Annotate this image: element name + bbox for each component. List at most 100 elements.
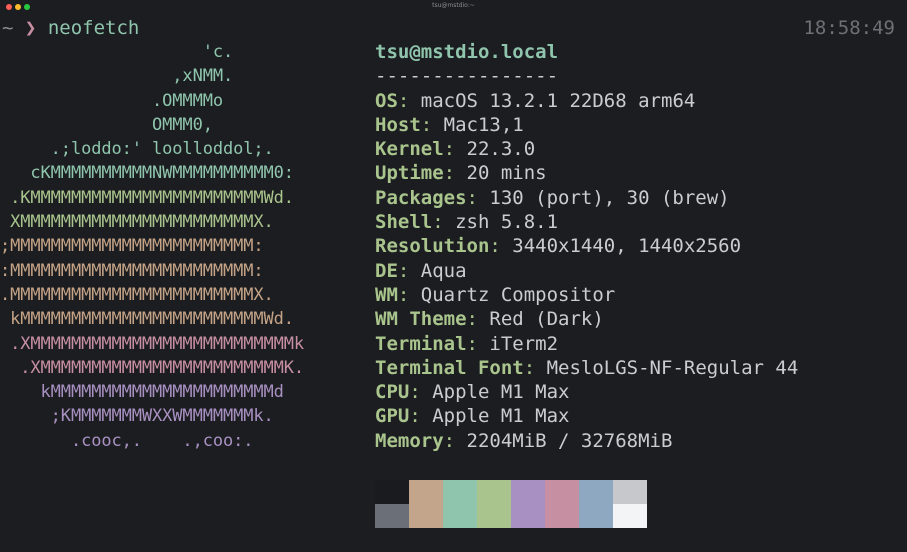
info-row: Terminal Font: MesloLGS-NF-Regular 44: [375, 356, 798, 380]
info-key: WM Theme: [375, 308, 467, 331]
logo-line: .MMMMMMMMMMMMMMMMMMMMMMMMX.: [0, 284, 274, 305]
info-row: GPU: Apple M1 Max: [375, 404, 798, 428]
palette-swatch: [375, 480, 409, 504]
info-colon: :: [432, 211, 456, 234]
command-text: neofetch: [47, 17, 140, 39]
info-key: Packages: [375, 186, 467, 209]
logo-line: ;MMMMMMMMMMMMMMMMMMMMMMMM:: [0, 236, 264, 257]
palette-swatch-bright: [579, 504, 613, 528]
info-key: Kernel: [375, 138, 444, 161]
info-value: MesloLGS-NF-Regular 44: [546, 356, 799, 379]
palette-swatch: [613, 480, 647, 504]
palette-swatch-bright: [511, 504, 545, 528]
info-key: Terminal: [375, 332, 467, 355]
info-value: Quartz Compositor: [420, 283, 616, 306]
terminal-window[interactable]: tsu@mstdio:~ ~ ❯ neofetch 18:58:49 'c. ,…: [0, 0, 907, 552]
palette-swatch: [477, 480, 511, 504]
info-colon: :: [466, 332, 490, 355]
user-host: tsu@mstdio.local: [375, 41, 559, 63]
window-title: tsu@mstdio:~: [432, 2, 475, 9]
logo-line: .KMMMMMMMMMMMMMMMMMMMMMMMWd.: [0, 187, 294, 208]
info-colon: :: [489, 235, 513, 258]
info-value: Apple M1 Max: [432, 405, 570, 428]
logo-line: .OMMMMo: [0, 90, 223, 111]
info-value: zsh 5.8.1: [455, 211, 559, 234]
info-key: Uptime: [375, 162, 444, 185]
info-colon: :: [523, 356, 547, 379]
palette-swatch: [545, 480, 579, 504]
info-key: Resolution: [375, 235, 490, 258]
palette-swatch-bright: [613, 504, 647, 528]
logo-line: ;KMMMMMMMWXXWMMMMMMMk.: [0, 406, 274, 427]
info-row: Host: Mac13,1: [375, 113, 798, 137]
info-value: Apple M1 Max: [432, 381, 570, 404]
info-key: Shell: [375, 211, 433, 234]
info-value: Red (Dark): [489, 308, 604, 331]
info-key: Memory: [375, 429, 444, 452]
logo-line: .cooc,. .,coo:.: [0, 430, 254, 451]
info-row: Shell: zsh 5.8.1: [375, 210, 798, 234]
palette-swatch-bright: [375, 504, 409, 528]
info-row: Resolution: 3440x1440, 1440x2560: [375, 234, 798, 258]
info-value: iTerm2: [489, 332, 559, 355]
palette-swatch-bright: [409, 504, 443, 528]
logo-line: ,xNMM.: [0, 66, 234, 87]
info-row: WM Theme: Red (Dark): [375, 307, 798, 331]
info-row: Packages: 130 (port), 30 (brew): [375, 186, 798, 210]
home-tilde: ~: [2, 17, 14, 39]
logo-line: .XMMMMMMMMMMMMMMMMMMMMMMMMK.: [0, 357, 305, 378]
info-value: 3440x1440, 1440x2560: [512, 235, 742, 258]
palette-swatch: [443, 480, 477, 504]
palette-swatch-bright: [443, 504, 477, 528]
palette-swatch-bright: [477, 504, 511, 528]
info-row: OS: macOS 13.2.1 22D68 arm64: [375, 89, 798, 113]
info-colon: :: [443, 429, 467, 452]
info-colon: :: [397, 283, 421, 306]
info-key: OS: [375, 89, 398, 112]
info-row: Kernel: 22.3.0: [375, 137, 798, 161]
title-bar: tsu@mstdio:~: [0, 0, 907, 14]
info-colon: :: [409, 405, 433, 428]
system-info: tsu@mstdio.local ---------------- OS: ma…: [375, 40, 798, 453]
info-colon: :: [466, 186, 490, 209]
logo-line: 'c.: [0, 42, 234, 62]
palette-row-bright: [375, 504, 647, 528]
info-row: Terminal: iTerm2: [375, 332, 798, 356]
info-row: DE: Aqua: [375, 259, 798, 283]
prompt-clock: 18:58:49: [803, 17, 895, 39]
info-colon: :: [397, 89, 421, 112]
info-row: CPU: Apple M1 Max: [375, 380, 798, 404]
info-value: Aqua: [420, 259, 467, 282]
color-palette: [375, 480, 647, 528]
palette-swatch: [409, 480, 443, 504]
separator-line: ----------------: [375, 65, 559, 88]
info-colon: :: [397, 259, 421, 282]
info-key: WM: [375, 283, 398, 306]
info-colon: :: [420, 113, 444, 136]
info-key: Host: [375, 113, 421, 136]
logo-line: kMMMMMMMMMMMMMMMMMMMMMMMMWd.: [0, 309, 294, 330]
info-key: DE: [375, 259, 398, 282]
palette-swatch: [511, 480, 545, 504]
info-value: 22.3.0: [466, 138, 536, 161]
info-key: GPU: [375, 405, 410, 428]
prompt-arrow-icon: ❯: [24, 17, 37, 39]
logo-line: XMMMMMMMMMMMMMMMMMMMMMMMX.: [0, 212, 274, 233]
info-row: WM: Quartz Compositor: [375, 283, 798, 307]
info-row: Uptime: 20 mins: [375, 161, 798, 185]
logo-line: OMMM0,: [0, 114, 213, 135]
logo-line: :MMMMMMMMMMMMMMMMMMMMMMMM:: [0, 260, 264, 281]
info-colon: :: [466, 308, 490, 331]
logo-line: .XMMMMMMMMMMMMMMMMMMMMMMMMMMk: [0, 333, 305, 354]
logo-line: cKMMMMMMMMMMNWMMMMMMMMMM0:: [0, 163, 294, 184]
apple-ascii-logo: 'c. ,xNMM. .OMMMMo OMMM0, .;loddo:' lool…: [0, 40, 360, 453]
info-value: Mac13,1: [443, 113, 524, 136]
logo-line: .;loddo:' loolloddol;.: [0, 139, 274, 160]
palette-swatch: [579, 480, 613, 504]
info-value: 2204MiB / 32768MiB: [466, 429, 673, 452]
info-value: 130 (port), 30 (brew): [489, 186, 730, 209]
logo-line: kMMMMMMMMMMMMMMMMMMMMMMd: [0, 382, 284, 403]
palette-swatch-bright: [545, 504, 579, 528]
info-row: Memory: 2204MiB / 32768MiB: [375, 429, 798, 453]
info-key: Terminal Font: [375, 356, 524, 379]
